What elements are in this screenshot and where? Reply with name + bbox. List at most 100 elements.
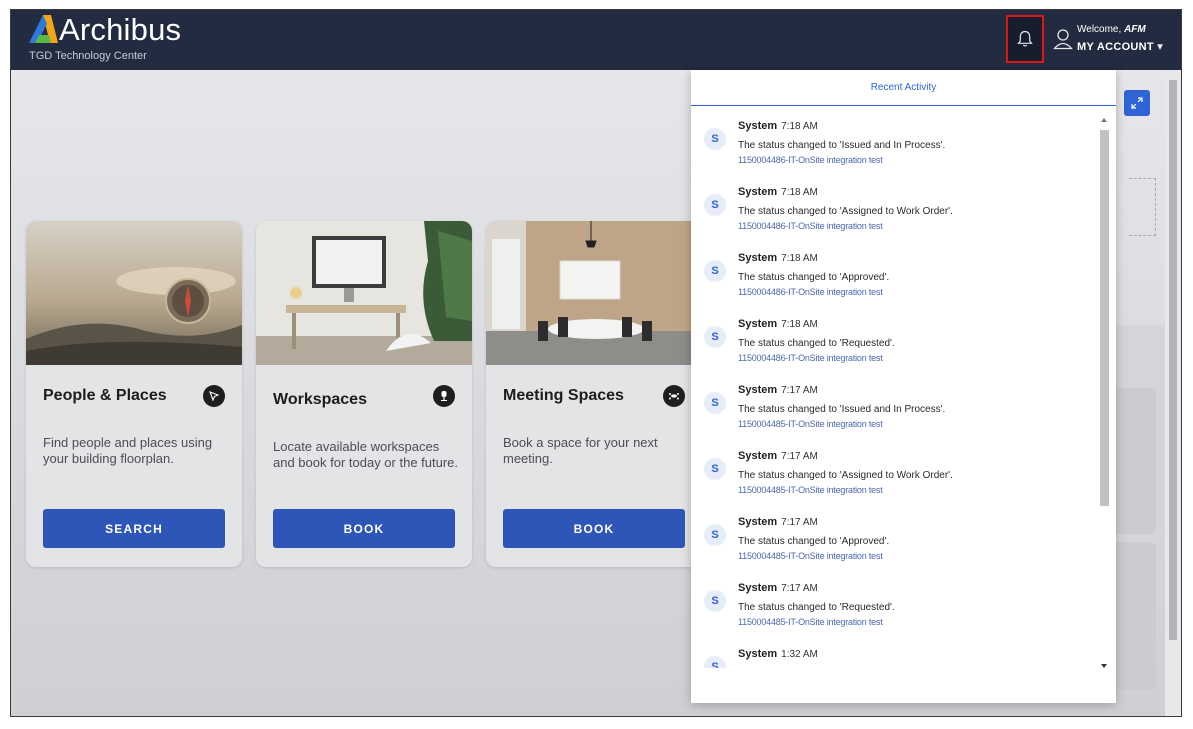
activity-link[interactable]: 1150004485-IT-OnSite integration test <box>738 419 883 429</box>
compass-photo <box>26 221 242 365</box>
activity-message: The status changed to 'Requested'. <box>738 338 895 349</box>
activity-author: System <box>738 582 778 594</box>
avatar: S <box>704 260 726 282</box>
meeting-table-icon <box>663 385 685 407</box>
card-title: Workspaces <box>273 391 367 408</box>
page-scrollbar[interactable] <box>1165 70 1181 716</box>
avatar: S <box>704 326 726 348</box>
user-icon[interactable] <box>1053 28 1073 50</box>
activity-author: System <box>738 648 778 660</box>
activity-time: 7:17 AM <box>781 517 818 528</box>
activity-time: 1:32 AM <box>781 649 818 660</box>
book-meeting-button[interactable]: BOOK <box>503 509 685 548</box>
activity-item[interactable]: S System 7:17 AM The status changed to 'A… <box>691 510 1098 576</box>
activity-header: System 7:18 AM <box>738 186 818 198</box>
expand-icon <box>1131 97 1143 109</box>
activity-link[interactable]: 1150004485-IT-OnSite integration test <box>738 617 883 627</box>
activity-header: System 7:17 AM <box>738 516 818 528</box>
activity-message: The status changed to 'Issued and In Pro… <box>738 404 946 415</box>
activity-header: System 7:18 AM <box>738 120 818 132</box>
card-people-places: People & Places Find people and places u… <box>26 221 242 567</box>
activity-item[interactable]: S System 7:17 AM The status changed to 'A… <box>691 444 1098 510</box>
activity-message: The status changed to 'Approved'. <box>738 272 890 283</box>
activity-header: System 7:17 AM <box>738 450 818 462</box>
activity-list: S System 7:18 AM The status changed to 'I… <box>691 106 1098 668</box>
activity-message: The status changed to 'Requested'. <box>738 602 895 613</box>
activity-message: The status changed to 'Issued and In Pro… <box>738 140 946 151</box>
scroll-down-icon[interactable] <box>1101 664 1107 668</box>
search-button[interactable]: SEARCH <box>43 509 225 548</box>
brand-name: Archibus <box>59 12 182 47</box>
card-workspaces: Workspaces Locate available workspaces a… <box>256 221 472 567</box>
activity-author: System <box>738 450 778 462</box>
activity-author: System <box>738 516 778 528</box>
app-window: Archibus TGD Technology Center Welcome, … <box>10 9 1182 717</box>
welcome-prefix: Welcome, <box>1077 24 1125 35</box>
activity-item[interactable]: S System 7:18 AM The status changed to 'I… <box>691 114 1098 180</box>
activity-scrollbar[interactable] <box>1099 114 1111 674</box>
activity-link[interactable]: 1150004486-IT-OnSite integration test <box>738 221 883 231</box>
welcome-user: AFM <box>1124 24 1146 35</box>
location-arrow-icon <box>203 385 225 407</box>
dashed-placeholder <box>1129 178 1156 236</box>
recent-activity-title: Recent Activity <box>691 70 1116 106</box>
activity-item[interactable]: S System 7:18 AM The status changed to 'A… <box>691 246 1098 312</box>
avatar: S <box>704 656 726 668</box>
card-title: Meeting Spaces <box>503 387 624 404</box>
activity-header: System 7:17 AM <box>738 384 818 396</box>
notifications-button[interactable] <box>1006 15 1044 63</box>
activity-header: System 7:18 AM <box>738 252 818 264</box>
card-title: People & Places <box>43 387 167 404</box>
activity-message: The status changed to 'Assigned to Work … <box>738 206 953 217</box>
archibus-logo-icon <box>29 15 58 43</box>
activity-link[interactable]: 1150004486-IT-OnSite integration test <box>738 155 883 165</box>
activity-time: 7:18 AM <box>781 253 818 264</box>
card-meeting-spaces: Meeting Spaces Book a space for your nex… <box>486 221 702 567</box>
activity-author: System <box>738 120 778 132</box>
avatar: S <box>704 128 726 150</box>
activity-message: The status changed to 'Approved'. <box>738 536 890 547</box>
avatar: S <box>704 458 726 480</box>
activity-item[interactable]: S System 1:32 AM <box>691 642 1098 668</box>
activity-item[interactable]: S System 7:17 AM The status changed to 'R… <box>691 576 1098 642</box>
avatar: S <box>704 524 726 546</box>
activity-item[interactable]: S System 7:18 AM The status changed to 'A… <box>691 180 1098 246</box>
activity-header: System 7:17 AM <box>738 582 818 594</box>
recent-activity-panel: Recent Activity S System 7:18 AM The stat… <box>691 70 1116 703</box>
activity-time: 7:18 AM <box>781 121 818 132</box>
bell-icon <box>1017 30 1033 47</box>
expand-button[interactable] <box>1124 90 1150 116</box>
activity-time: 7:17 AM <box>781 385 818 396</box>
activity-author: System <box>738 186 778 198</box>
card-description: Book a space for your next meeting. <box>503 435 658 466</box>
site-name: TGD Technology Center <box>29 50 147 62</box>
book-workspace-button[interactable]: BOOK <box>273 509 455 548</box>
activity-link[interactable]: 1150004486-IT-OnSite integration test <box>738 353 883 363</box>
page-scrollbar-thumb[interactable] <box>1169 80 1177 640</box>
avatar: S <box>704 194 726 216</box>
card-description: Locate available workspaces and book for… <box>273 439 459 470</box>
activity-link[interactable]: 1150004485-IT-OnSite integration test <box>738 551 883 561</box>
activity-time: 7:18 AM <box>781 187 818 198</box>
activity-scrollbar-thumb[interactable] <box>1100 130 1109 506</box>
activity-item[interactable]: S System 7:17 AM The status changed to 'I… <box>691 378 1098 444</box>
activity-author: System <box>738 384 778 396</box>
activity-message: The status changed to 'Assigned to Work … <box>738 470 953 481</box>
scroll-up-icon[interactable] <box>1101 118 1107 122</box>
avatar: S <box>704 590 726 612</box>
office-chair-icon <box>433 385 455 407</box>
top-header: Archibus TGD Technology Center Welcome, … <box>11 10 1181 70</box>
activity-author: System <box>738 318 778 330</box>
card-description: Find people and places using your buildi… <box>43 435 213 466</box>
activity-time: 7:17 AM <box>781 583 818 594</box>
activity-item[interactable]: S System 7:18 AM The status changed to 'R… <box>691 312 1098 378</box>
activity-link[interactable]: 1150004486-IT-OnSite integration test <box>738 287 883 297</box>
my-account-menu[interactable]: MY ACCOUNT ▾ <box>1077 40 1163 53</box>
workspace-photo <box>256 221 472 365</box>
avatar: S <box>704 392 726 414</box>
meeting-room-photo <box>486 221 702 365</box>
activity-link[interactable]: 1150004485-IT-OnSite integration test <box>738 485 883 495</box>
activity-header: System 7:18 AM <box>738 318 818 330</box>
activity-header: System 1:32 AM <box>738 648 818 660</box>
activity-author: System <box>738 252 778 264</box>
